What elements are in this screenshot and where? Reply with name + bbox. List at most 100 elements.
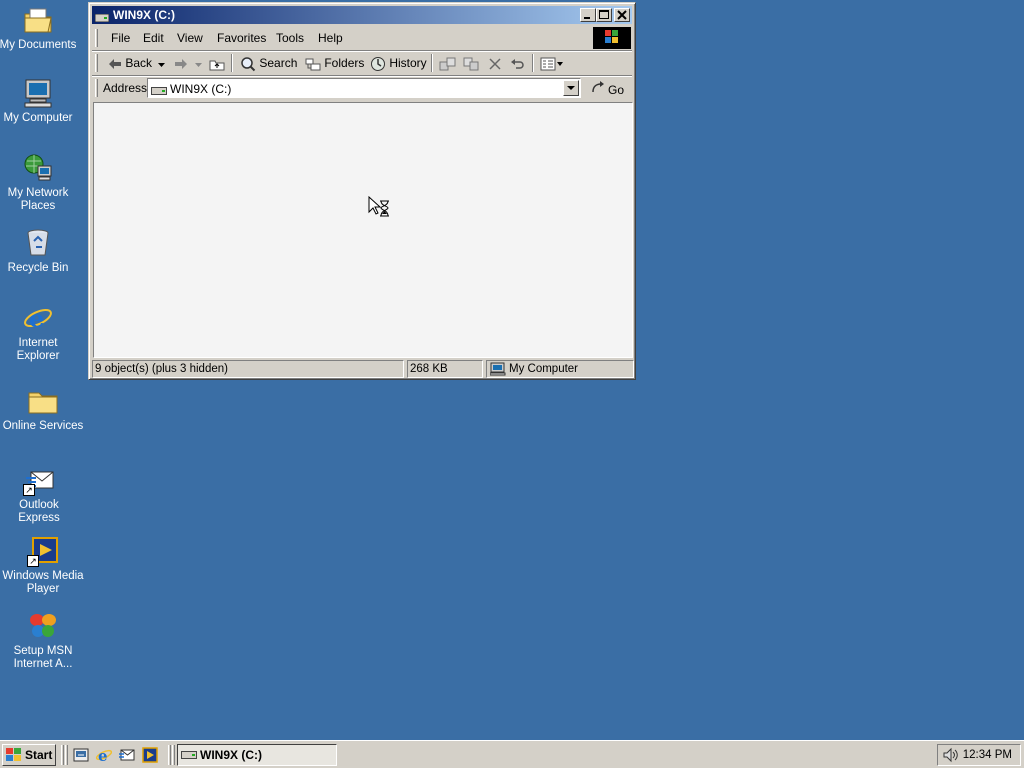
menu-grip[interactable] [95, 29, 98, 47]
copy-to-button[interactable] [463, 54, 481, 72]
views-button[interactable] [540, 54, 564, 72]
internet-explorer-icon: e [22, 302, 54, 334]
quicklaunch-internet-explorer-icon[interactable]: e [95, 746, 113, 765]
status-zone-label: My Computer [509, 363, 579, 375]
folder-icon [27, 385, 59, 417]
back-arrow-icon [109, 58, 121, 69]
delete-button[interactable] [488, 54, 502, 72]
menu-file[interactable]: File [111, 31, 130, 45]
volume-icon[interactable] [942, 747, 960, 766]
clock[interactable]: 12:34 PM [963, 749, 1012, 761]
desktop-icon-outlook-express[interactable]: ↗ Outlook Express [0, 464, 82, 525]
up-button[interactable] [209, 54, 225, 72]
folders-button[interactable]: Folders [305, 54, 364, 72]
back-label: Back [125, 56, 153, 70]
forward-arrow-icon [175, 58, 187, 69]
start-button[interactable]: Start [2, 744, 56, 766]
media-player-icon: ↗ [27, 535, 59, 567]
go-label: Go [607, 83, 624, 97]
address-grip[interactable] [95, 79, 98, 97]
busy-cursor-icon [368, 195, 392, 221]
desktop-icon-label: Setup MSN Internet A... [13, 645, 73, 670]
status-bar: 9 object(s) (plus 3 hidden) 268 KB My Co… [92, 360, 634, 378]
desktop-icon-label: My Network Places [7, 187, 69, 212]
standard-toolbar: Back Search Folders History [92, 51, 632, 75]
desktop-icon-label: Internet Explorer [16, 337, 60, 362]
menu-view[interactable]: View [177, 31, 203, 45]
toolbar-separator [532, 54, 534, 72]
folders-icon [305, 58, 321, 71]
shortcut-arrow-icon: ↗ [27, 555, 39, 567]
windows-flag-icon [6, 748, 21, 761]
desktop-icon-label: Windows Media Player [2, 570, 84, 595]
maximize-button[interactable] [596, 8, 612, 22]
menu-help[interactable]: Help [318, 31, 343, 45]
desktop-icon-my-network-places[interactable]: My Network Places [0, 152, 81, 213]
undo-button[interactable] [510, 54, 526, 72]
desktop-icon-windows-media-player[interactable]: ↗ Windows Media Player [0, 535, 86, 596]
dropdown-arrow-icon [158, 62, 165, 67]
svg-text:e: e [98, 747, 108, 764]
desktop-icon-internet-explorer[interactable]: e Internet Explorer [0, 302, 81, 363]
search-label: Search [259, 56, 298, 70]
folder-content-area[interactable] [93, 102, 633, 358]
computer-icon [490, 362, 506, 376]
address-bar: Address WIN9X (C:) Go [92, 76, 632, 100]
recycle-bin-icon [22, 227, 54, 259]
taskbar-grip[interactable] [61, 745, 64, 765]
menu-tools[interactable]: Tools [276, 31, 304, 45]
msn-butterfly-icon [27, 610, 59, 642]
history-button[interactable]: History [370, 54, 427, 72]
address-dropdown-button[interactable] [563, 80, 579, 96]
taskbar-grip[interactable] [172, 745, 175, 765]
taskbar-grip[interactable] [168, 745, 171, 765]
quicklaunch-show-desktop-icon[interactable] [72, 746, 90, 764]
forward-dropdown[interactable] [195, 54, 202, 72]
drive-icon [151, 84, 167, 98]
desktop-icon-my-documents[interactable]: My Documents [0, 4, 81, 52]
computer-icon [22, 77, 54, 109]
undo-icon [511, 58, 524, 69]
svg-text:e: e [29, 304, 44, 333]
toolbar-grip[interactable] [95, 54, 98, 72]
title-bar[interactable]: WIN9X (C:) [92, 6, 632, 24]
move-to-button[interactable] [439, 54, 457, 72]
taskbar-grip[interactable] [65, 745, 68, 765]
close-button[interactable] [614, 8, 630, 22]
folder-documents-icon [22, 4, 54, 36]
taskbar-button-label: WIN9X (C:) [200, 748, 262, 762]
desktop-icon-recycle-bin[interactable]: Recycle Bin [0, 227, 81, 275]
address-label: Address [103, 81, 148, 95]
quicklaunch-outlook-express-icon[interactable] [118, 746, 136, 764]
desktop-icon-label: My Documents [0, 39, 77, 51]
back-button[interactable]: Back [108, 54, 152, 72]
network-icon [22, 152, 54, 184]
go-button[interactable]: Go [591, 80, 624, 97]
delete-icon [489, 58, 501, 70]
taskbar-button-win9x[interactable]: WIN9X (C:) [177, 744, 337, 766]
copy-to-icon [463, 57, 479, 71]
dropdown-arrow-icon [195, 62, 202, 67]
history-label: History [389, 56, 427, 70]
go-arrow-icon [591, 81, 604, 93]
forward-button[interactable] [174, 54, 188, 72]
menu-bar: File Edit View Favorites Tools Help [92, 26, 632, 50]
toolbar-separator [231, 54, 233, 72]
explorer-window: WIN9X (C:) File Edit View Favorites Tool… [88, 2, 636, 380]
quicklaunch-media-player-icon[interactable] [141, 746, 159, 764]
back-dropdown[interactable] [158, 54, 165, 72]
toolbar-separator [431, 54, 433, 72]
history-icon [371, 56, 385, 71]
start-label: Start [25, 748, 53, 762]
desktop-icon-online-services[interactable]: Online Services [0, 385, 86, 433]
minimize-button[interactable] [580, 8, 596, 22]
menu-favorites[interactable]: Favorites [217, 31, 266, 45]
folders-label: Folders [324, 56, 365, 70]
address-value: WIN9X (C:) [170, 82, 232, 96]
desktop-icon-my-computer[interactable]: My Computer [0, 77, 81, 125]
menu-edit[interactable]: Edit [143, 31, 164, 45]
address-field[interactable]: WIN9X (C:) [147, 78, 581, 98]
search-button[interactable]: Search [240, 54, 297, 72]
status-zone: My Computer [486, 360, 634, 378]
desktop-icon-setup-msn[interactable]: Setup MSN Internet A... [0, 610, 86, 671]
